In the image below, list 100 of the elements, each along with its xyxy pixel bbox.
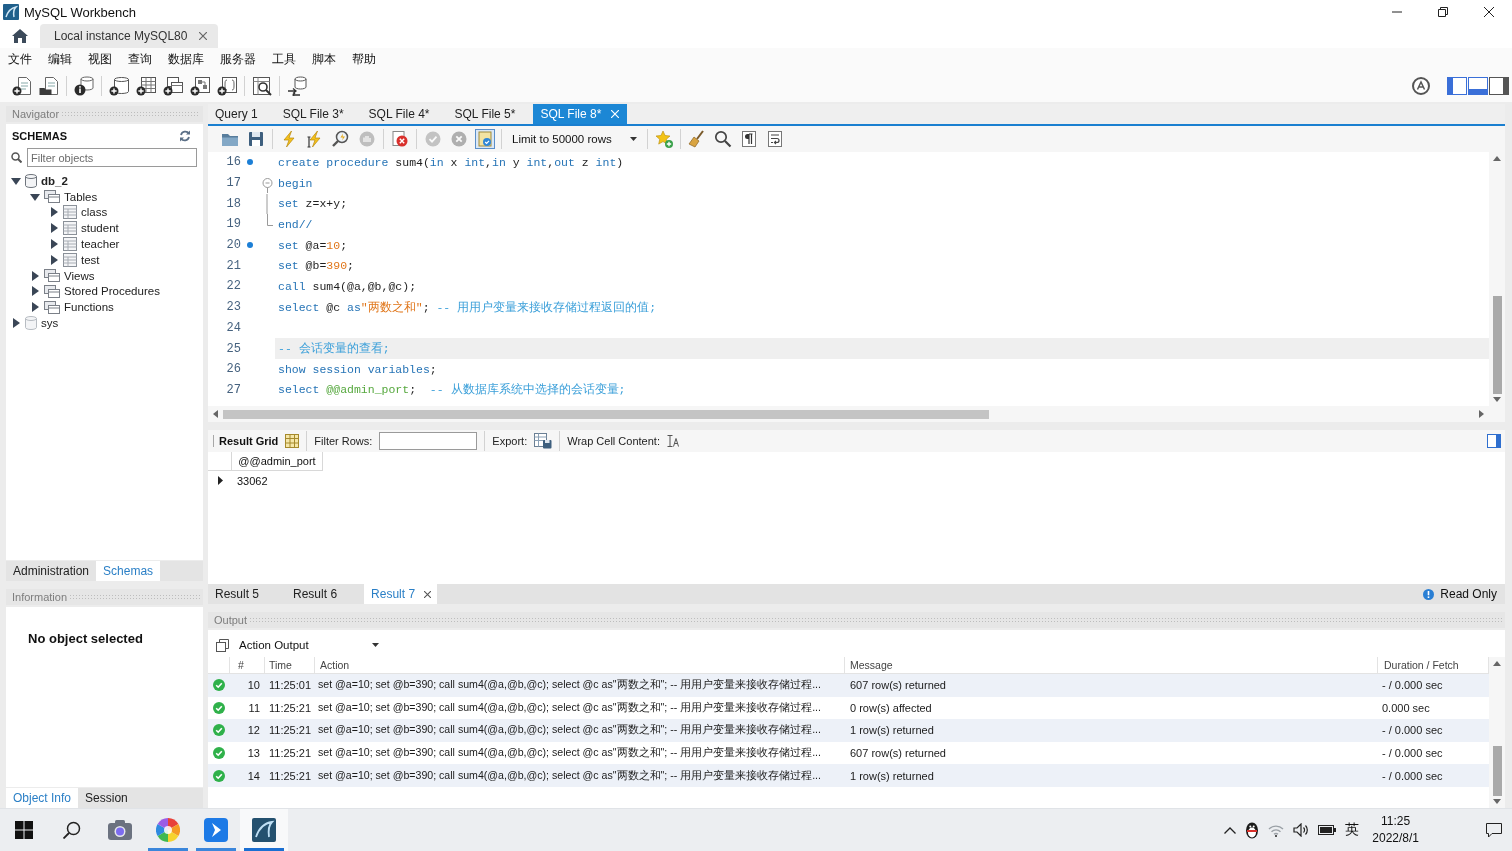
result-grid-tab[interactable]: Result Grid [213, 435, 279, 447]
copy-icon[interactable] [216, 638, 229, 652]
caret-right-icon[interactable] [30, 270, 40, 281]
tree-item[interactable]: Functions [64, 301, 114, 314]
scrollbar-thumb[interactable] [223, 409, 989, 419]
column-header[interactable]: @@admin_port [232, 452, 323, 471]
database-arrows-icon[interactable] [287, 76, 307, 96]
tree-item[interactable]: Views [64, 269, 95, 282]
tree-item[interactable]: student [81, 222, 119, 235]
filter-rows-field[interactable] [379, 432, 478, 450]
panel-layout-icon[interactable] [1468, 77, 1488, 95]
chevron-up-icon[interactable] [1224, 826, 1237, 834]
menu-item[interactable]: 帮助 [344, 50, 384, 68]
editor-tab[interactable]: SQL File 5* [447, 104, 534, 124]
menu-item[interactable]: 编辑 [40, 50, 80, 68]
panel-tab[interactable]: Session [78, 788, 135, 808]
menu-item[interactable]: 脚本 [304, 50, 344, 68]
caret-right-icon[interactable] [49, 254, 59, 265]
export-icon[interactable] [534, 433, 553, 449]
search-icon[interactable] [63, 821, 81, 839]
text-wrap-icon[interactable] [666, 435, 679, 447]
battery-icon[interactable] [1318, 825, 1337, 835]
horizontal-scrollbar[interactable] [208, 406, 1505, 422]
tree-item[interactable]: teacher [81, 238, 120, 251]
clock-time[interactable]: 11:25 [1381, 813, 1411, 830]
sql-file-plus-icon[interactable] [12, 76, 32, 96]
function-plus-icon[interactable] [217, 76, 237, 96]
panel-tab[interactable]: Schemas [96, 561, 161, 581]
result-tab[interactable]: Result 5 [208, 584, 287, 604]
menu-item[interactable]: 文件 [0, 50, 40, 68]
circled-a-icon[interactable] [1412, 77, 1430, 95]
caret-right-icon[interactable] [30, 286, 40, 297]
output-mode-dropdown[interactable]: Action Output [235, 639, 382, 651]
editor-tab[interactable]: SQL File 8* [533, 104, 628, 124]
autocommit-icon[interactable] [475, 129, 495, 149]
menu-item[interactable]: 数据库 [160, 50, 212, 68]
tree-item[interactable]: db_2 [41, 174, 68, 187]
arrow-tile-icon[interactable] [204, 818, 228, 842]
speech-bubble-icon[interactable] [1486, 822, 1502, 838]
speaker-icon[interactable] [1293, 823, 1310, 837]
panel-layout-icon[interactable] [1447, 77, 1467, 95]
table-plus-icon[interactable] [136, 76, 156, 96]
tree-item[interactable]: class [81, 206, 108, 219]
input-method-indicator[interactable]: 英 [1345, 821, 1360, 839]
color-wheel-icon[interactable] [156, 818, 180, 842]
panel-tab[interactable]: Object Info [6, 788, 79, 808]
editor-tab[interactable]: Query 1 [208, 104, 276, 124]
side-panel-icon[interactable] [1487, 434, 1501, 448]
scrollbar-thumb[interactable] [1492, 746, 1502, 796]
tree-item[interactable]: Stored Procedures [64, 285, 160, 298]
menu-item[interactable]: 视图 [80, 50, 120, 68]
menu-item[interactable]: 服务器 [212, 50, 264, 68]
search-icon[interactable] [712, 129, 733, 149]
connection-tab[interactable]: Local instance MySQL80 [40, 24, 219, 48]
database-info-icon[interactable] [74, 76, 94, 96]
view-plus-icon[interactable] [163, 76, 183, 96]
caret-right-icon[interactable] [30, 302, 40, 313]
grid-icon[interactable] [285, 434, 300, 448]
table-cell[interactable]: 33062 [232, 471, 323, 490]
tree-item[interactable]: test [81, 253, 100, 266]
restore-icon[interactable] [1438, 7, 1448, 17]
caret-down-icon[interactable] [30, 191, 40, 202]
close-icon[interactable] [424, 590, 432, 598]
filter-field[interactable]: Filter objects [27, 148, 197, 167]
home-icon[interactable] [12, 29, 28, 43]
editor-tab[interactable]: SQL File 4* [361, 104, 448, 124]
menu-item[interactable]: 查询 [120, 50, 160, 68]
scrollbar-thumb[interactable] [1492, 296, 1502, 394]
penguin-icon[interactable] [1245, 821, 1260, 839]
camera-icon[interactable] [108, 820, 132, 840]
save-icon[interactable] [246, 129, 266, 149]
caret-right-icon[interactable] [49, 207, 59, 218]
refresh-icon[interactable] [179, 130, 191, 142]
editor-tab[interactable]: SQL File 3* [275, 104, 362, 124]
row-limit-dropdown[interactable]: Limit to 50000 rows [508, 133, 641, 145]
broom-icon[interactable] [686, 129, 707, 149]
document-x-icon[interactable] [390, 129, 410, 149]
panel-layout-icon[interactable] [1489, 77, 1509, 95]
caret-right-icon[interactable] [49, 239, 59, 250]
panel-tab[interactable]: Administration [6, 561, 97, 581]
sql-file-folder-icon[interactable] [39, 76, 59, 96]
taskbar-button[interactable] [240, 809, 288, 851]
tree-item[interactable]: sys [41, 317, 59, 330]
close-icon[interactable] [1484, 7, 1494, 17]
start-icon[interactable] [15, 821, 33, 839]
table-search-icon[interactable] [252, 76, 272, 96]
database-plus-icon[interactable] [109, 76, 129, 96]
caret-down-icon[interactable] [11, 175, 21, 186]
app-tile-icon[interactable] [252, 818, 276, 842]
result-tab[interactable]: Result 6 [286, 584, 365, 604]
star-plus-icon[interactable] [653, 129, 674, 149]
clock-date[interactable]: 2022/8/1 [1372, 830, 1419, 847]
caret-right-icon[interactable] [11, 318, 21, 329]
tree-item[interactable]: Tables [64, 190, 98, 203]
caret-right-icon[interactable] [49, 223, 59, 234]
menu-item[interactable]: 工具 [264, 50, 304, 68]
magnifier-bolt-icon[interactable] [331, 129, 351, 149]
vertical-scrollbar[interactable] [1489, 657, 1505, 808]
result-tab[interactable]: Result 7 [364, 584, 438, 604]
routine-plus-icon[interactable] [190, 76, 210, 96]
